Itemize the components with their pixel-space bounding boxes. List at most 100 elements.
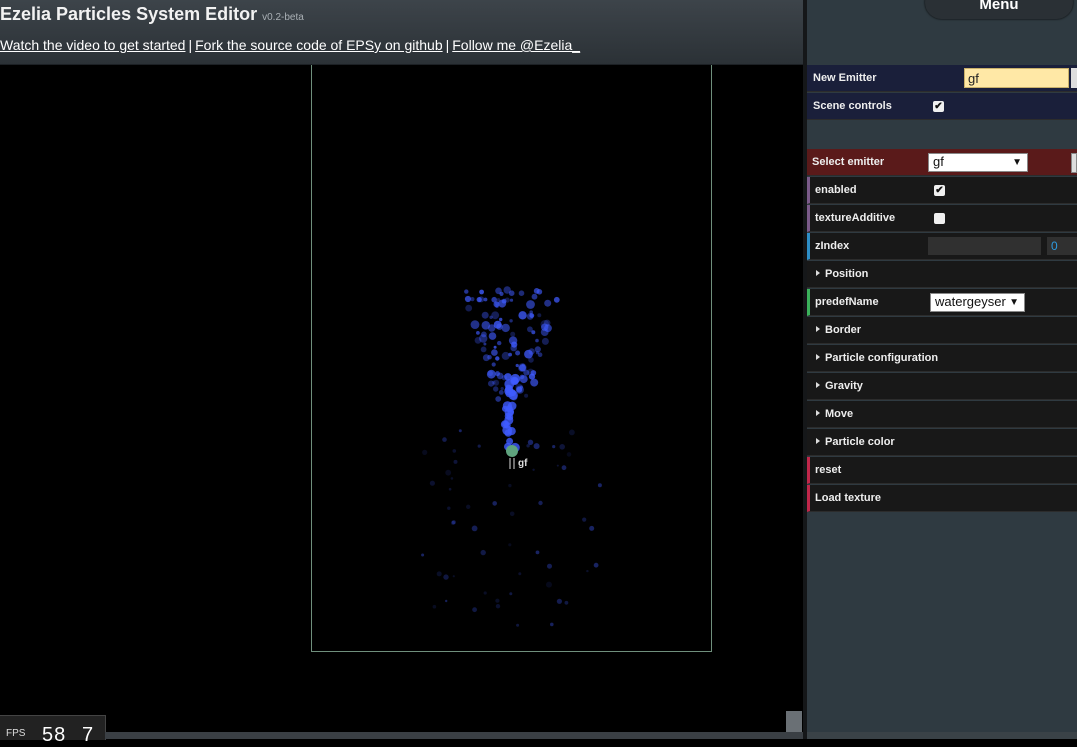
folder-border[interactable]: Border: [807, 317, 1077, 344]
reset-label: reset: [815, 464, 842, 476]
reset-button[interactable]: reset: [807, 457, 1077, 484]
new-emitter-row: New Emitter: [807, 65, 1077, 92]
particle: [509, 319, 513, 323]
particle: [508, 483, 512, 488]
particle: [493, 386, 499, 392]
particle: [536, 289, 543, 295]
particle: [453, 459, 458, 464]
folder-gravity[interactable]: Gravity: [807, 373, 1077, 400]
particle: [526, 313, 534, 320]
particle: [483, 591, 487, 595]
particle: [495, 356, 500, 361]
folder-particle-configuration[interactable]: Particle configuration: [807, 345, 1077, 372]
particle: [532, 468, 535, 471]
select-emitter-dropdown[interactable]: gf ▼: [928, 153, 1028, 172]
particle: [447, 506, 451, 510]
particle: [493, 301, 500, 308]
particle: [582, 517, 587, 522]
triangle-right-icon: [816, 270, 820, 276]
particle: [489, 315, 493, 319]
particle: [451, 520, 456, 525]
particle: [597, 483, 602, 488]
panel-horizontal-scrollbar[interactable]: [807, 732, 1077, 739]
zindex-row: zIndex 0: [807, 233, 1077, 260]
scene-controls-label: Scene controls: [813, 100, 892, 112]
folder-particle-color[interactable]: Particle color: [807, 429, 1077, 456]
new-emitter-add-button[interactable]: [1071, 68, 1077, 88]
scrollbar-handle[interactable]: [786, 711, 802, 732]
particle: [480, 346, 487, 353]
enabled-checkbox[interactable]: ✔: [934, 185, 945, 196]
select-emitter-action-button[interactable]: [1071, 153, 1077, 173]
particle: [515, 383, 523, 391]
particle: [593, 562, 599, 568]
load-texture-button[interactable]: Load texture: [807, 485, 1077, 512]
particle-canvas[interactable]: gf: [0, 65, 803, 739]
particle: [547, 563, 552, 569]
particle: [476, 297, 482, 303]
fps-value: 58: [42, 724, 67, 746]
predef-name-label: predefName: [815, 296, 879, 308]
triangle-right-icon: [816, 354, 820, 360]
menu-button[interactable]: Menu: [925, 0, 1073, 19]
select-emitter-label: Select emitter: [812, 156, 885, 168]
particle: [495, 371, 500, 377]
particle-layer: gf: [421, 286, 602, 627]
follow-twitter-link[interactable]: Follow me @Ezelia_: [452, 37, 580, 53]
particle: [491, 362, 496, 367]
texture-additive-row: textureAdditive: [807, 205, 1077, 232]
particle: [516, 623, 520, 627]
particle: [509, 298, 514, 302]
particle: [544, 299, 552, 307]
triangle-right-icon: [816, 438, 820, 444]
particle: [483, 297, 488, 302]
folder-position-label: Position: [816, 268, 868, 280]
texture-additive-label: textureAdditive: [815, 212, 896, 224]
particle: [452, 575, 455, 578]
particle: [556, 464, 559, 467]
particle: [530, 378, 539, 387]
particle: [432, 604, 437, 609]
particle: [511, 377, 519, 385]
emitter-handle-dot[interactable]: [506, 445, 518, 457]
horizontal-scrollbar[interactable]: [105, 732, 803, 739]
folder-position[interactable]: Position: [807, 261, 1077, 288]
app-version: v0.2-beta: [262, 12, 304, 23]
zindex-slider[interactable]: [928, 237, 1041, 255]
triangle-right-icon: [816, 410, 820, 416]
particle: [470, 320, 480, 329]
emitter-handle[interactable]: gf: [506, 445, 528, 469]
zindex-value[interactable]: 0: [1047, 237, 1077, 255]
particle: [564, 600, 569, 605]
particle: [491, 380, 496, 385]
particle: [477, 444, 481, 448]
predef-name-dropdown[interactable]: watergeyser ▼: [930, 293, 1025, 312]
new-emitter-input[interactable]: [964, 68, 1069, 88]
fork-github-link[interactable]: Fork the source code of EPSy on github: [195, 37, 442, 53]
scene-controls-checkbox[interactable]: ✔: [933, 101, 944, 112]
particle: [538, 500, 543, 506]
watch-video-link[interactable]: Watch the video to get started: [0, 37, 185, 53]
emitter-label: gf: [518, 458, 528, 469]
select-emitter-row: Select emitter gf ▼: [807, 149, 1077, 176]
particle: [436, 571, 442, 577]
folder-move[interactable]: Move: [807, 401, 1077, 428]
particle: [492, 501, 498, 506]
texture-additive-checkbox[interactable]: [934, 213, 945, 224]
particle: [422, 449, 428, 455]
folder-border-label: Border: [816, 324, 861, 336]
predef-name-row: predefName watergeyser ▼: [807, 289, 1077, 316]
particle: [535, 550, 540, 555]
particle: [464, 295, 472, 303]
particle: [518, 311, 527, 320]
particle: [504, 297, 510, 303]
header-links: Watch the video to get started | Fork the …: [0, 37, 580, 53]
particle: [464, 289, 469, 294]
particle: [550, 622, 554, 627]
particle: [474, 337, 482, 344]
particle: [566, 452, 572, 457]
particle: [515, 350, 521, 356]
particle: [448, 487, 452, 491]
dropdown-arrow-icon: ▼: [1009, 297, 1019, 308]
particle: [586, 569, 589, 573]
